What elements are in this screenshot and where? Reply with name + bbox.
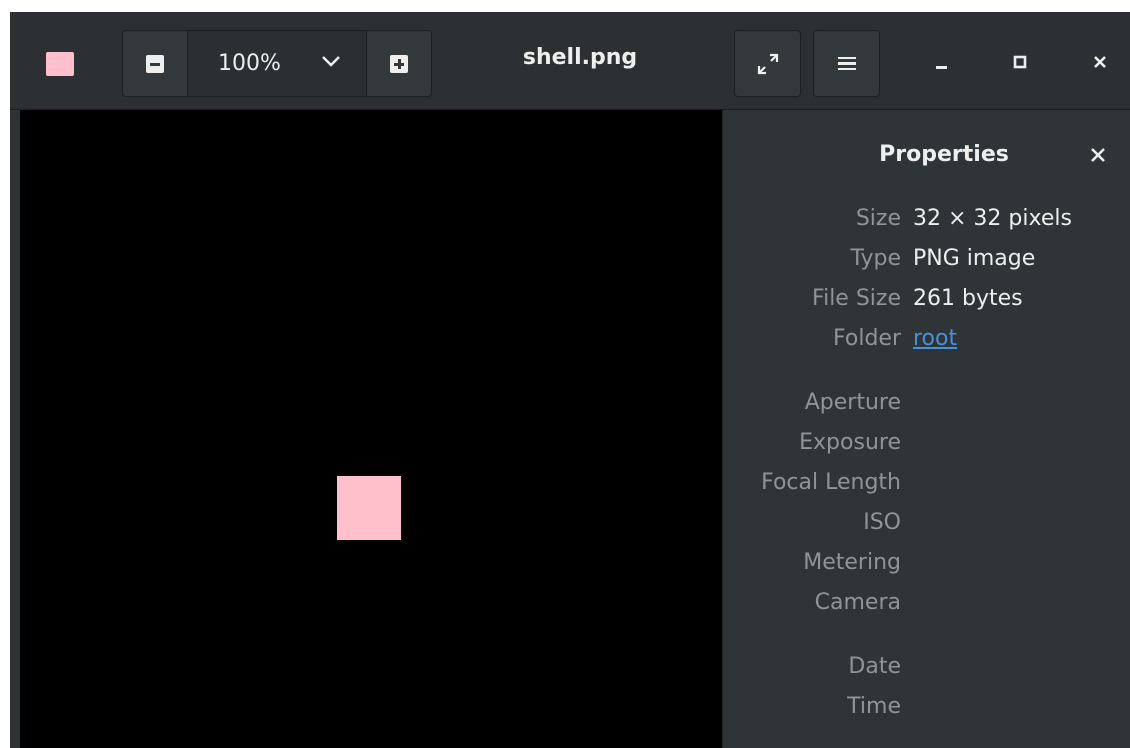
- property-row-aperture: Aperture: [723, 390, 1130, 430]
- property-label: Type: [850, 246, 901, 271]
- zoom-in-button[interactable]: [366, 31, 431, 96]
- property-value: PNG image: [913, 246, 1036, 271]
- property-row-file-size: File Size 261 bytes: [723, 286, 1130, 326]
- property-row-camera: Camera: [723, 590, 1130, 630]
- property-row-exposure: Exposure: [723, 430, 1130, 470]
- property-row-size: Size 32 × 32 pixels: [723, 206, 1130, 246]
- chevron-down-icon: [322, 56, 340, 67]
- image-canvas[interactable]: [20, 110, 722, 748]
- close-icon: [1094, 56, 1106, 68]
- property-label: Exposure: [799, 430, 901, 455]
- property-row-folder: Folder root: [723, 326, 1130, 366]
- fullscreen-icon: [757, 53, 778, 74]
- folder-link[interactable]: root: [913, 326, 957, 351]
- property-label: Metering: [803, 550, 901, 575]
- minimize-button[interactable]: [922, 42, 962, 82]
- property-row-focal-length: Focal Length: [723, 470, 1130, 510]
- property-label: Size: [855, 206, 901, 231]
- property-value: 261 bytes: [913, 286, 1023, 311]
- window-title: shell.png: [522, 45, 638, 70]
- property-label: Camera: [814, 590, 901, 615]
- property-row-metering: Metering: [723, 550, 1130, 590]
- zoom-controls: 100%: [122, 30, 432, 97]
- headerbar: 100% shell.png: [10, 12, 1130, 110]
- property-label: Aperture: [804, 390, 901, 415]
- zoom-out-button[interactable]: [123, 31, 188, 96]
- maximize-button[interactable]: [1000, 42, 1040, 82]
- close-window-button[interactable]: [1080, 42, 1120, 82]
- property-row-time: Time: [723, 694, 1130, 734]
- property-label: ISO: [863, 510, 901, 535]
- properties-title: Properties: [879, 142, 1009, 167]
- property-label: File Size: [812, 286, 901, 311]
- property-label: Time: [847, 694, 901, 719]
- window-edge: [10, 110, 20, 748]
- properties-close-button[interactable]: [1089, 146, 1107, 168]
- main-menu-button[interactable]: [813, 30, 880, 97]
- minimize-icon: [936, 66, 947, 69]
- property-label: Date: [848, 654, 901, 679]
- fullscreen-button[interactable]: [734, 30, 801, 97]
- zoom-out-icon: [146, 54, 164, 73]
- property-value: 32 × 32 pixels: [913, 206, 1072, 231]
- property-row-type: Type PNG image: [723, 246, 1130, 286]
- zoom-in-icon: [390, 54, 408, 73]
- zoom-level-dropdown[interactable]: 100%: [188, 31, 366, 96]
- properties-sidebar: Properties Size 32 × 32 pixels Type PNG …: [722, 110, 1130, 748]
- property-row-iso: ISO: [723, 510, 1130, 550]
- image-thumbnail: [46, 52, 74, 76]
- content-area: Properties Size 32 × 32 pixels Type PNG …: [10, 110, 1130, 748]
- property-label: Folder: [833, 326, 901, 351]
- displayed-image: [337, 476, 401, 540]
- hamburger-menu-icon: [837, 56, 856, 71]
- image-viewer-window: 100% shell.png Properties Size 32 × 32 p…: [10, 12, 1130, 748]
- property-row-date: Date: [723, 654, 1130, 694]
- maximize-icon: [1013, 55, 1027, 69]
- close-icon: [1091, 148, 1105, 162]
- property-label: Focal Length: [761, 470, 901, 495]
- zoom-level-value: 100%: [218, 51, 281, 76]
